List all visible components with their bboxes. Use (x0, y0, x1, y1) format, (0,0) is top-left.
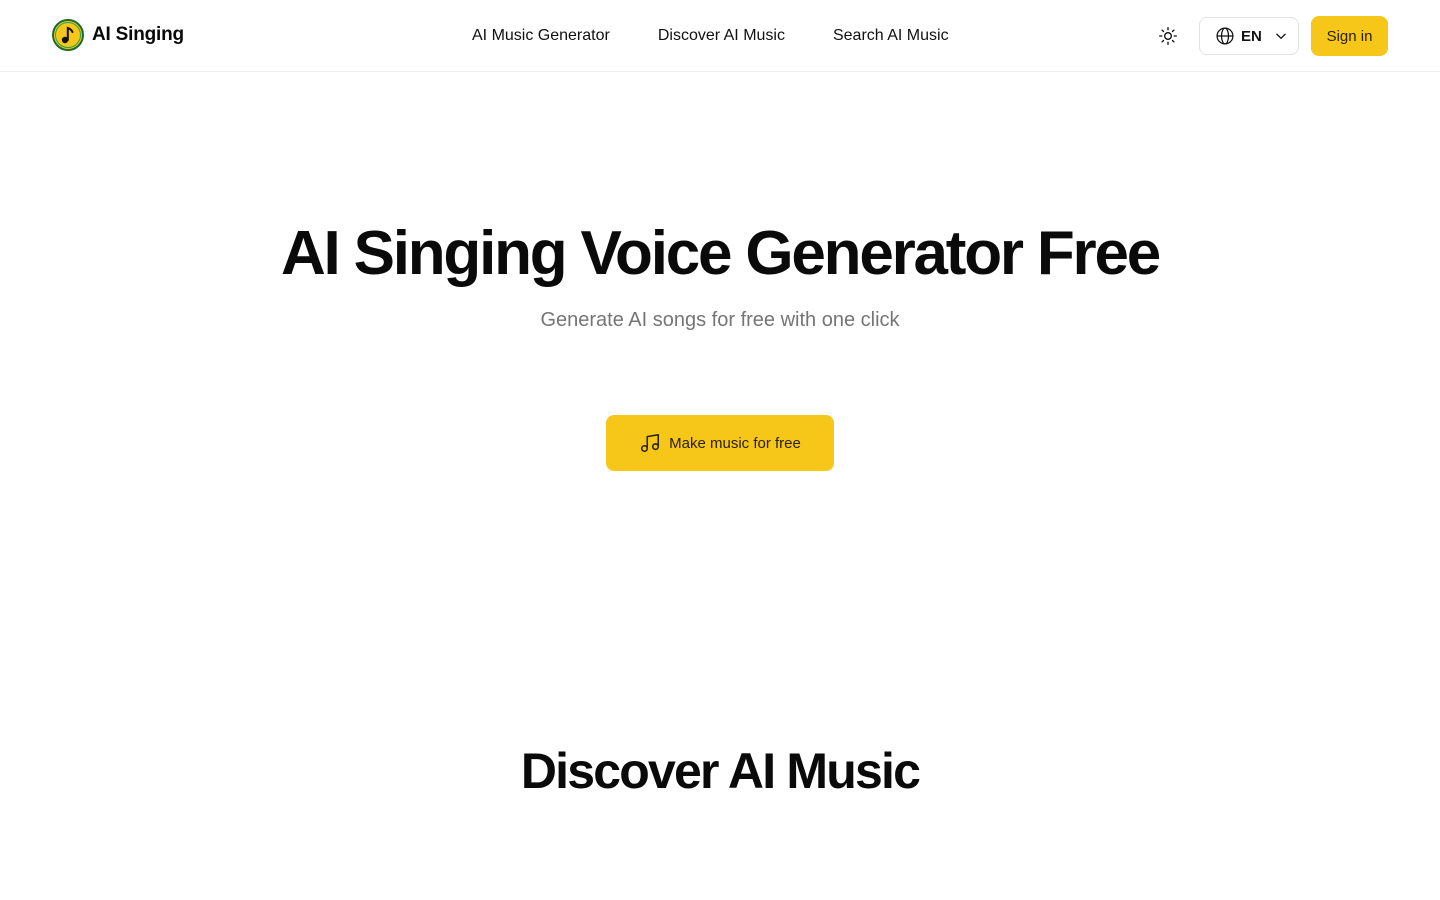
music-note-icon (641, 433, 660, 453)
sun-icon (1159, 27, 1177, 45)
language-code: EN (1241, 27, 1262, 45)
nav-ai-music-generator[interactable]: AI Music Generator (472, 27, 610, 45)
chevron-down-icon (1276, 33, 1286, 39)
main-nav: AI Music Generator Discover AI Music Sea… (472, 0, 949, 72)
globe-icon (1216, 27, 1234, 45)
hero-title: AI Singing Voice Generator Free (280, 219, 1161, 288)
hero-subtitle: Generate AI songs for free with one clic… (540, 309, 900, 331)
make-music-button[interactable]: Make music for free (606, 415, 834, 471)
theme-toggle-button[interactable] (1154, 22, 1182, 50)
make-music-label: Make music for free (669, 434, 801, 452)
nav-search-ai-music[interactable]: Search AI Music (833, 27, 949, 45)
sign-in-button[interactable]: Sign in (1311, 16, 1388, 56)
site-header: AI Singing AI Music Generator Discover A… (0, 0, 1440, 72)
discover-section-title: Discover AI Music (520, 743, 921, 799)
music-note-logo-icon (52, 19, 84, 51)
logo-text: AI Singing (92, 24, 184, 45)
language-selector[interactable]: EN (1199, 17, 1299, 55)
nav-discover-ai-music[interactable]: Discover AI Music (658, 27, 785, 45)
logo-link[interactable]: AI Singing (52, 19, 184, 51)
